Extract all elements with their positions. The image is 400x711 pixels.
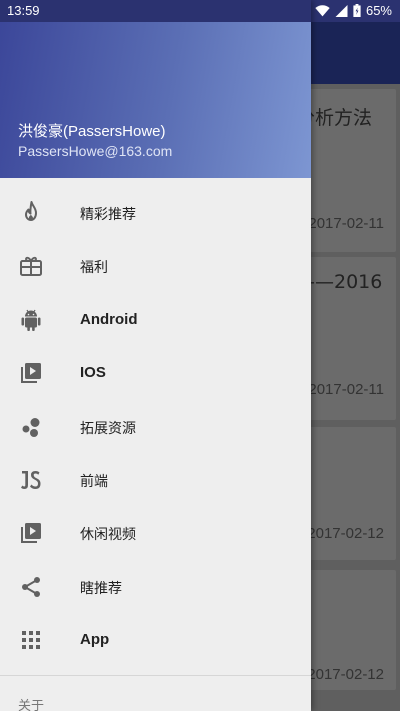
- menu-item-frontend[interactable]: 前端: [0, 454, 311, 507]
- gift-icon: [20, 257, 42, 277]
- drawer-header: 13:59 洪俊豪(PassersHowe) PassersHowe@163.c…: [0, 0, 311, 178]
- share-icon: [22, 576, 40, 597]
- drawer-status-bar: 13:59: [0, 0, 311, 22]
- navigation-drawer: 13:59 洪俊豪(PassersHowe) PassersHowe@163.c…: [0, 0, 311, 711]
- about-link[interactable]: 关于: [18, 695, 44, 711]
- menu-item-recommend[interactable]: 精彩推荐: [0, 187, 311, 240]
- menu-item-videos[interactable]: 休闲视频: [0, 507, 311, 560]
- list-item[interactable]: 2017-02-12: [296, 427, 396, 560]
- menu-item-android[interactable]: Android: [0, 294, 311, 347]
- battery-level: 65%: [365, 3, 392, 18]
- menu-item-label: 拓展资源: [80, 420, 136, 437]
- list-item[interactable]: 分析方法 2017-02-11: [296, 89, 396, 252]
- menu-item-label: 前端: [80, 473, 108, 490]
- menu-item-label: 休闲视频: [80, 527, 136, 544]
- list-item[interactable]: ——2016 2017-02-11: [296, 257, 396, 420]
- menu-item-welfare[interactable]: 福利: [0, 240, 311, 293]
- user-name: 洪俊豪(PassersHowe): [18, 123, 166, 140]
- menu-divider: [0, 675, 311, 676]
- list-item[interactable]: 2017-02-12: [296, 570, 396, 690]
- menu-item-label: Android: [80, 310, 138, 328]
- menu-item-label: 福利: [80, 260, 108, 277]
- apps-grid-icon: [22, 631, 40, 650]
- list-item-date: 2017-02-12: [307, 525, 384, 542]
- menu-item-ios[interactable]: IOS: [0, 347, 311, 400]
- android-icon: [21, 309, 41, 331]
- menu-item-random[interactable]: 瞎推荐: [0, 561, 311, 614]
- bubbles-icon: [22, 417, 40, 437]
- fire-icon: [25, 201, 37, 221]
- menu-item-label: 瞎推荐: [80, 580, 122, 597]
- list-item-date: 2017-02-11: [308, 381, 384, 398]
- battery-icon: [353, 4, 361, 17]
- list-item-date: 2017-02-11: [308, 215, 384, 232]
- menu-item-label: 精彩推荐: [80, 207, 136, 223]
- menu-item-label: App: [80, 631, 110, 649]
- wifi-icon: [315, 4, 330, 16]
- list-item-date: 2017-02-12: [307, 666, 384, 683]
- drawer-menu: 精彩推荐 福利 Android IOS 拓展资源 前端 休闲视频 瞎推荐 App: [0, 187, 311, 668]
- status-time: 13:59: [7, 3, 40, 18]
- status-icons: 65%: [315, 3, 392, 18]
- signal-icon: [335, 4, 348, 17]
- video-library-icon: [21, 363, 41, 384]
- video-library-icon: [21, 523, 41, 544]
- js-icon: [21, 470, 41, 489]
- menu-item-resources[interactable]: 拓展资源: [0, 401, 311, 454]
- user-email: PassersHowe@163.com: [18, 143, 173, 159]
- menu-item-app[interactable]: App: [0, 614, 311, 667]
- menu-item-label: IOS: [80, 364, 106, 382]
